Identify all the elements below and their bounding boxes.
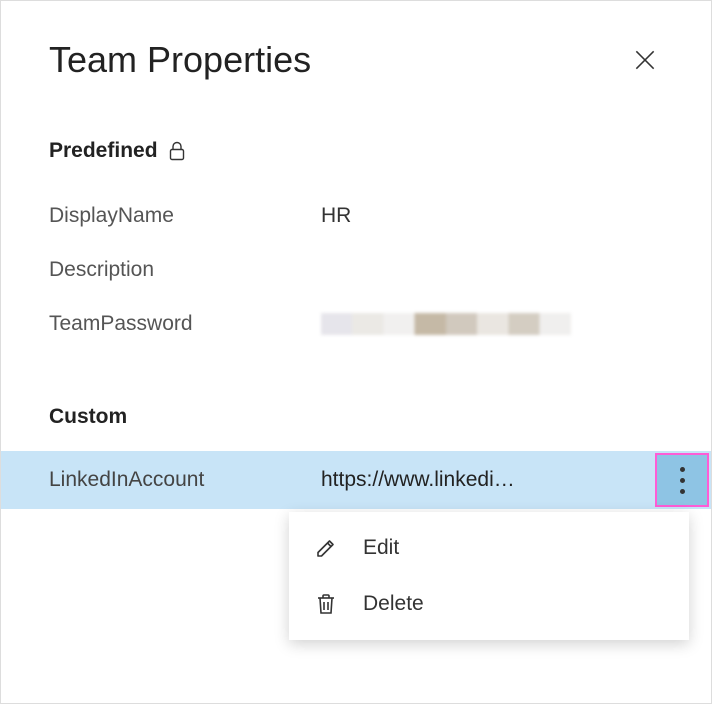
property-label: TeamPassword [49,312,321,336]
predefined-properties: DisplayName HR Description TeamPassword [49,189,663,351]
custom-property-row-linkedin[interactable]: LinkedInAccount https://www.linkedi… [1,451,711,509]
close-icon [632,47,658,73]
lock-icon [168,141,186,161]
more-vertical-icon [680,467,685,494]
section-title-custom-label: Custom [49,405,127,429]
menu-item-label: Delete [363,592,424,616]
section-title-predefined: Predefined [49,139,663,163]
menu-item-edit[interactable]: Edit [289,520,689,576]
property-row-description: Description [49,243,663,297]
property-label: LinkedInAccount [49,468,321,492]
pencil-icon [313,536,339,560]
property-value: https://www.linkedi… [321,468,655,492]
property-label: Description [49,258,321,282]
section-title-predefined-label: Predefined [49,139,158,163]
password-mask [321,313,571,335]
property-row-displayname: DisplayName HR [49,189,663,243]
property-label: DisplayName [49,204,321,228]
menu-item-label: Edit [363,536,399,560]
panel-title: Team Properties [49,39,311,81]
panel-header: Team Properties [49,39,663,81]
property-value: HR [321,204,351,228]
context-menu: Edit Delete [289,512,689,640]
trash-icon [313,592,339,616]
more-actions-button[interactable] [655,453,709,507]
property-row-teampassword: TeamPassword [49,297,663,351]
close-button[interactable] [627,42,663,78]
section-title-custom: Custom [49,405,663,429]
menu-item-delete[interactable]: Delete [289,576,689,632]
team-properties-panel: Team Properties Predefined DisplayName H… [0,0,712,704]
